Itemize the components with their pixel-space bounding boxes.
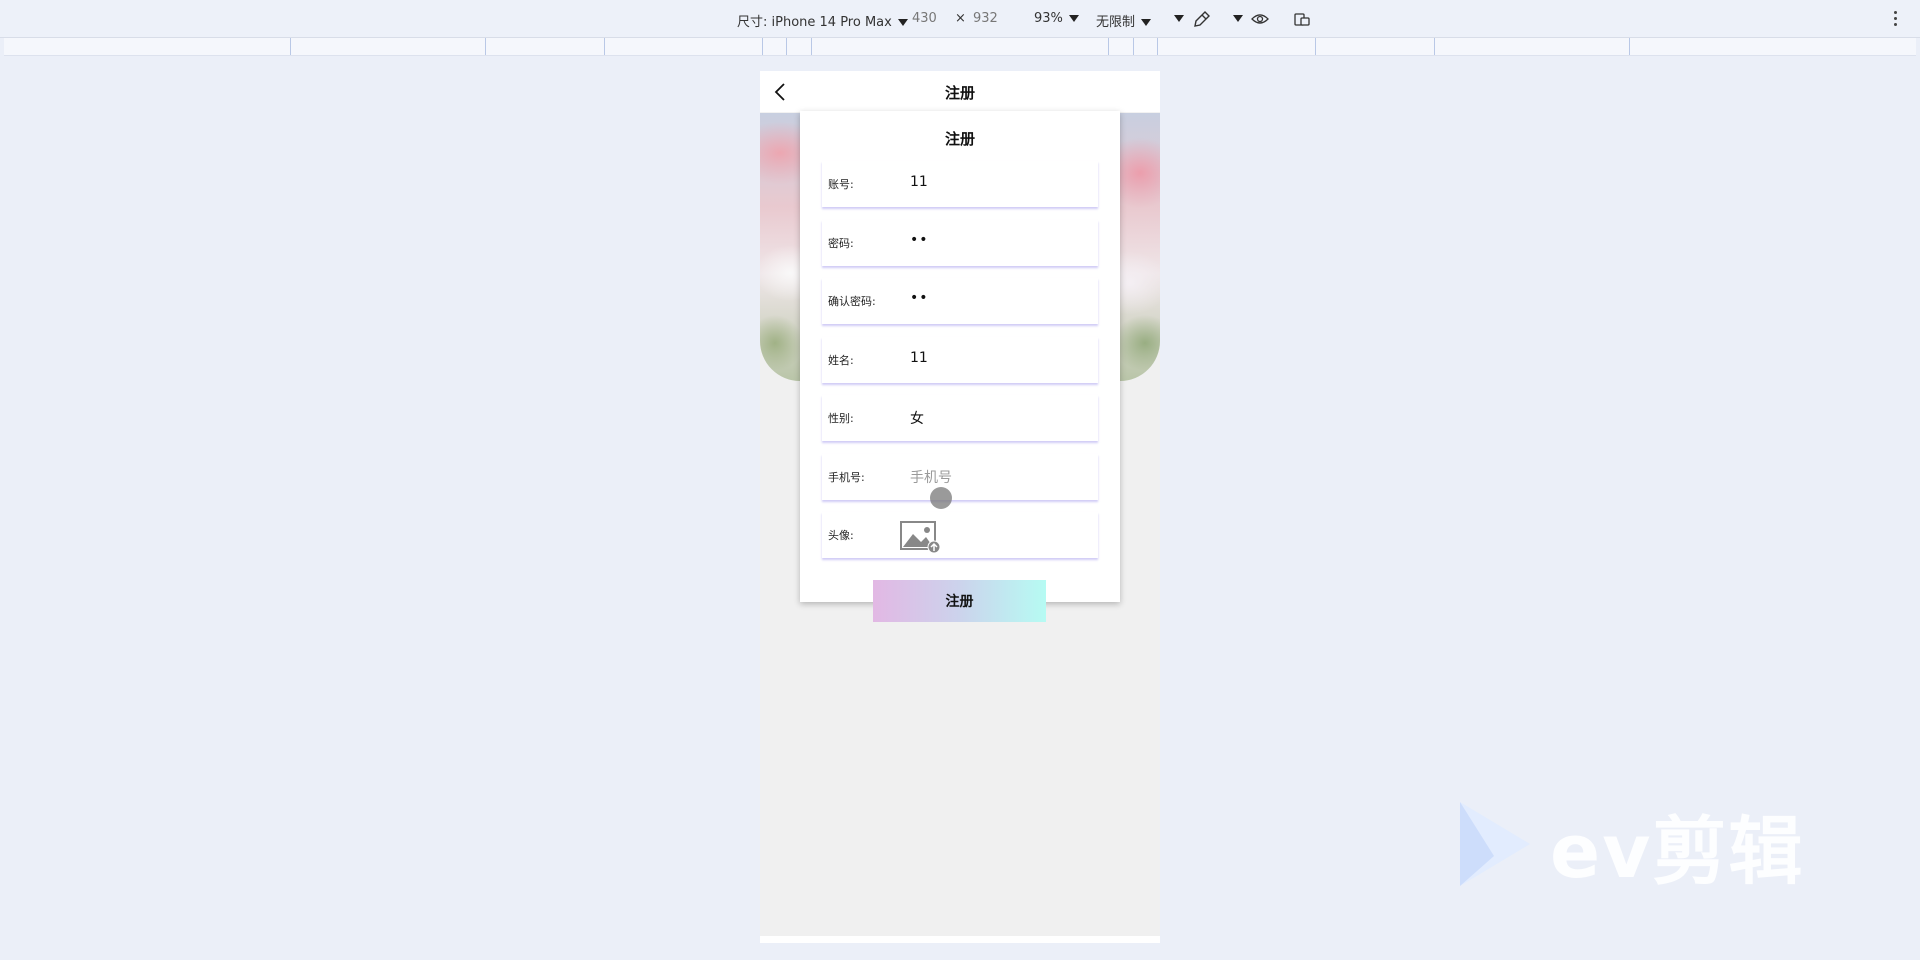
device-bottom-edge [760, 936, 1160, 943]
media-dropdown[interactable] [1227, 11, 1243, 26]
zoom-label: 93% [1034, 11, 1063, 26]
confirm-password-input[interactable]: •• [910, 290, 929, 306]
name-input[interactable]: 11 [910, 350, 928, 366]
form-title: 注册 [944, 130, 975, 148]
dimension-separator: × [955, 11, 966, 26]
image-upload-icon[interactable] [900, 520, 940, 554]
height-input[interactable]: 932 [973, 11, 998, 26]
phone-input[interactable]: 手机号 [910, 467, 952, 487]
confirm-password-field[interactable]: 确认密码: •• [822, 278, 1098, 324]
width-input[interactable]: 430 [912, 11, 937, 26]
device-viewport: 注册 注册 账号: 11 密码: •• 确认密码: •• 姓名: 11 性别: … [760, 71, 1160, 942]
chevron-down-icon [897, 19, 908, 26]
chevron-down-icon [1141, 19, 1152, 26]
phone-field[interactable]: 手机号: 手机号 [822, 454, 1098, 509]
name-field[interactable]: 姓名: 11 [822, 337, 1098, 383]
field-label: 性别: [828, 412, 854, 425]
more-vert-icon[interactable] [1894, 11, 1898, 27]
password-input[interactable]: •• [910, 232, 929, 248]
field-label: 头像: [828, 529, 854, 542]
chevron-down-icon [1233, 15, 1243, 22]
field-label: 姓名: [828, 354, 854, 367]
zoom-select[interactable]: 93% [1034, 11, 1079, 26]
account-field[interactable]: 账号: 11 [822, 161, 1098, 207]
field-label: 账号: [828, 178, 854, 191]
play-logo-icon [1460, 802, 1530, 886]
field-label: 确认密码: [828, 295, 876, 308]
chevron-down-icon [1068, 15, 1079, 22]
throttle-label: 无限制 [1096, 15, 1136, 30]
field-label: 手机号: [828, 471, 865, 484]
device-select[interactable]: 尺寸: iPhone 14 Pro Max [737, 11, 908, 30]
password-field[interactable]: 密码: •• [822, 220, 1098, 266]
chevron-down-icon [1174, 15, 1184, 22]
register-form-card: 注册 账号: 11 密码: •• 确认密码: •• 姓名: 11 性别: 女 手… [800, 111, 1120, 602]
watermark-text: ev剪辑 [1550, 809, 1805, 895]
media-query-ruler [4, 38, 1916, 56]
eyedropper-icon[interactable] [1193, 10, 1211, 28]
account-input[interactable]: 11 [910, 174, 928, 190]
app-header: 注册 [760, 71, 1160, 113]
gender-field[interactable]: 性别: 女 [822, 395, 1098, 441]
touch-indicator [930, 487, 952, 509]
avatar-field[interactable]: 头像: [822, 512, 1098, 558]
rotate-device-icon[interactable] [1293, 10, 1311, 28]
devtools-toolbar: 尺寸: iPhone 14 Pro Max 430 × 932 93% 无限制 [0, 0, 1920, 38]
options-dropdown[interactable] [1168, 11, 1184, 26]
device-label: 尺寸: iPhone 14 Pro Max [737, 15, 892, 30]
watermark: ev剪辑 [1448, 792, 1828, 902]
page-title: 注册 [944, 84, 975, 102]
field-label: 密码: [828, 237, 854, 250]
throttle-select[interactable]: 无限制 [1096, 11, 1152, 30]
gender-select[interactable]: 女 [910, 408, 924, 428]
register-button[interactable]: 注册 [873, 580, 1046, 622]
eye-icon[interactable] [1251, 10, 1269, 28]
